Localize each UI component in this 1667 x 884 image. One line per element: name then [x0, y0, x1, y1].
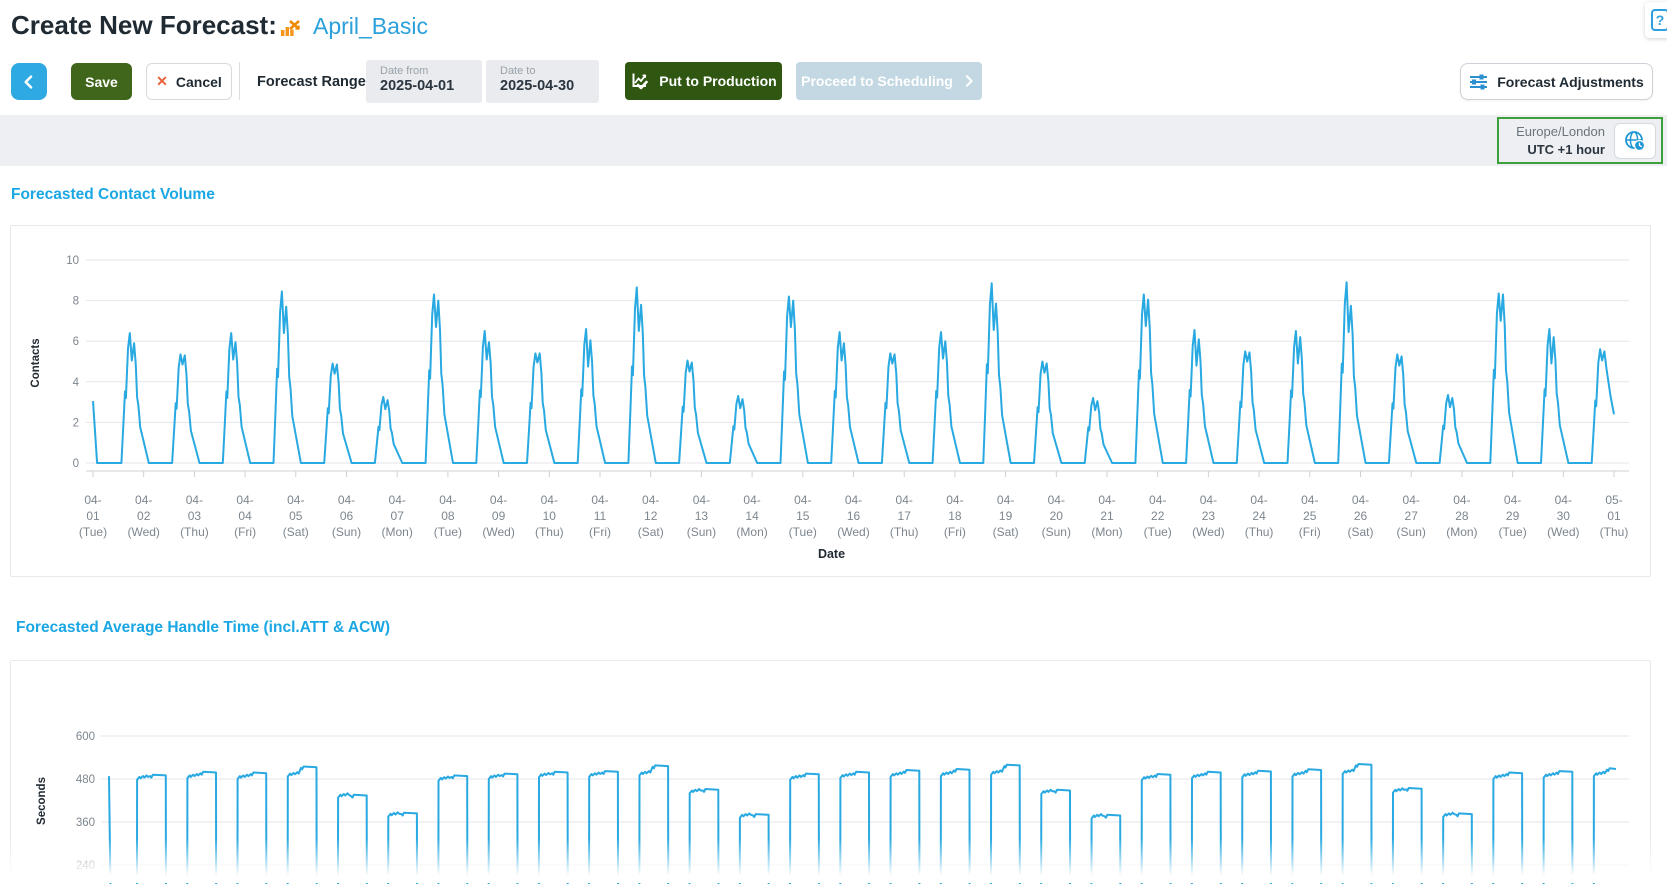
svg-text:04-29(Tue): 04-29(Tue)	[1498, 493, 1526, 539]
save-button[interactable]: Save	[71, 63, 132, 100]
svg-text:04-19(Sat): 04-19(Sat)	[993, 493, 1019, 539]
svg-text:2: 2	[73, 417, 79, 429]
date-to-field[interactable]: Date to 2025-04-30	[486, 60, 599, 103]
forecast-range-label: Forecast Range:	[257, 63, 371, 100]
forecast-chart-icon	[280, 17, 302, 39]
timezone-globe-button[interactable]	[1614, 123, 1656, 159]
svg-text:Contacts: Contacts	[30, 338, 42, 387]
help-button[interactable]: ?	[1645, 2, 1667, 38]
svg-text:04-08(Tue): 04-08(Tue)	[434, 493, 462, 539]
svg-text:04-04(Fri): 04-04(Fri)	[234, 493, 256, 539]
chart-check-icon	[630, 71, 650, 91]
svg-text:04-10(Thu): 04-10(Thu)	[535, 493, 564, 539]
timezone-band	[0, 115, 1667, 166]
svg-text:360: 360	[76, 817, 95, 829]
svg-text:0: 0	[73, 458, 79, 470]
svg-text:04-25(Fri): 04-25(Fri)	[1299, 493, 1321, 539]
svg-text:04-13(Sun): 04-13(Sun)	[687, 493, 716, 539]
contact-volume-title: Forecasted Contact Volume	[11, 186, 215, 204]
svg-text:04-05(Sat): 04-05(Sat)	[283, 493, 309, 539]
svg-text:04-17(Thu): 04-17(Thu)	[890, 493, 919, 539]
svg-text:Date: Date	[818, 547, 845, 561]
chevron-left-icon	[19, 72, 39, 92]
date-to-value: 2025-04-30	[500, 78, 599, 94]
svg-text:Seconds: Seconds	[36, 777, 48, 825]
toolbar-divider	[239, 62, 240, 100]
svg-text:04-06(Sun): 04-06(Sun)	[332, 493, 361, 539]
date-from-value: 2025-04-01	[380, 78, 482, 94]
question-mark-icon: ?	[1651, 9, 1667, 31]
cancel-label: Cancel	[176, 74, 222, 90]
svg-text:04-16(Wed): 04-16(Wed)	[837, 493, 869, 539]
aht-title: Forecasted Average Handle Time (incl.ATT…	[16, 619, 390, 637]
put-to-production-button[interactable]: Put to Production	[625, 62, 782, 100]
svg-text:04-18(Fri): 04-18(Fri)	[944, 493, 966, 539]
globe-clock-icon	[1623, 129, 1647, 153]
svg-text:600: 600	[76, 731, 95, 743]
svg-text:04-21(Mon): 04-21(Mon)	[1091, 493, 1122, 539]
svg-text:240: 240	[76, 860, 95, 872]
sliders-icon	[1469, 73, 1488, 91]
svg-text:4: 4	[73, 377, 80, 389]
svg-text:04-24(Thu): 04-24(Thu)	[1245, 493, 1274, 539]
svg-text:05-01(Thu): 05-01(Thu)	[1600, 493, 1629, 539]
svg-text:04-03(Thu): 04-03(Thu)	[180, 493, 209, 539]
aht-card: 600 480 360 240 Seconds	[10, 660, 1651, 883]
date-to-placeholder: Date to	[500, 65, 599, 77]
svg-text:04-22(Tue): 04-22(Tue)	[1144, 493, 1172, 539]
timezone-offset: UTC +1 hour	[1516, 141, 1605, 159]
contact-volume-chart: 0 2 4 6 8 10 Contacts 04-01(Tue) 04-02(Wed) 04-03…	[11, 226, 1652, 578]
put-to-production-label: Put to Production	[659, 73, 776, 89]
svg-text:04-02(Wed): 04-02(Wed)	[127, 493, 159, 539]
timezone-box: Europe/London UTC +1 hour	[1497, 117, 1663, 164]
svg-text:04-14(Mon): 04-14(Mon)	[736, 493, 767, 539]
svg-text:04-07(Mon): 04-07(Mon)	[382, 493, 413, 539]
forecast-name: April_Basic	[313, 13, 428, 40]
cancel-x-icon: ✕	[156, 73, 168, 90]
svg-text:6: 6	[73, 336, 79, 348]
page-title: Create New Forecast:	[11, 10, 277, 41]
aht-chart: 600 480 360 240 Seconds	[11, 661, 1652, 884]
cancel-button[interactable]: ✕ Cancel	[146, 63, 232, 100]
timezone-region: Europe/London	[1516, 123, 1605, 141]
svg-text:04-23(Wed): 04-23(Wed)	[1192, 493, 1224, 539]
svg-text:04-27(Sun): 04-27(Sun)	[1397, 493, 1426, 539]
forecast-adjustments-button[interactable]: Forecast Adjustments	[1460, 63, 1653, 100]
svg-text:04-28(Mon): 04-28(Mon)	[1446, 493, 1477, 539]
svg-text:8: 8	[73, 296, 79, 308]
forecast-adjustments-label: Forecast Adjustments	[1497, 74, 1644, 90]
svg-text:04-12(Sat): 04-12(Sat)	[638, 493, 664, 539]
contact-volume-card: 0 2 4 6 8 10 Contacts 04-01(Tue) 04-02(Wed) 04-03…	[10, 225, 1651, 577]
svg-text:04-20(Sun): 04-20(Sun)	[1042, 493, 1071, 539]
svg-text:04-26(Sat): 04-26(Sat)	[1347, 493, 1373, 539]
back-button[interactable]	[11, 63, 47, 100]
svg-text:04-15(Tue): 04-15(Tue)	[789, 493, 817, 539]
svg-text:04-09(Wed): 04-09(Wed)	[482, 493, 514, 539]
chevron-right-icon	[961, 73, 977, 89]
svg-text:04-01(Tue): 04-01(Tue)	[79, 493, 107, 539]
date-from-field[interactable]: Date from 2025-04-01	[366, 60, 482, 103]
svg-text:480: 480	[76, 774, 95, 786]
proceed-to-scheduling-button: Proceed to Scheduling	[796, 62, 982, 100]
proceed-to-scheduling-label: Proceed to Scheduling	[801, 73, 953, 89]
svg-text:04-11(Fri): 04-11(Fri)	[589, 493, 611, 539]
svg-text:04-30(Wed): 04-30(Wed)	[1547, 493, 1579, 539]
svg-text:10: 10	[66, 255, 79, 267]
date-from-placeholder: Date from	[380, 65, 482, 77]
